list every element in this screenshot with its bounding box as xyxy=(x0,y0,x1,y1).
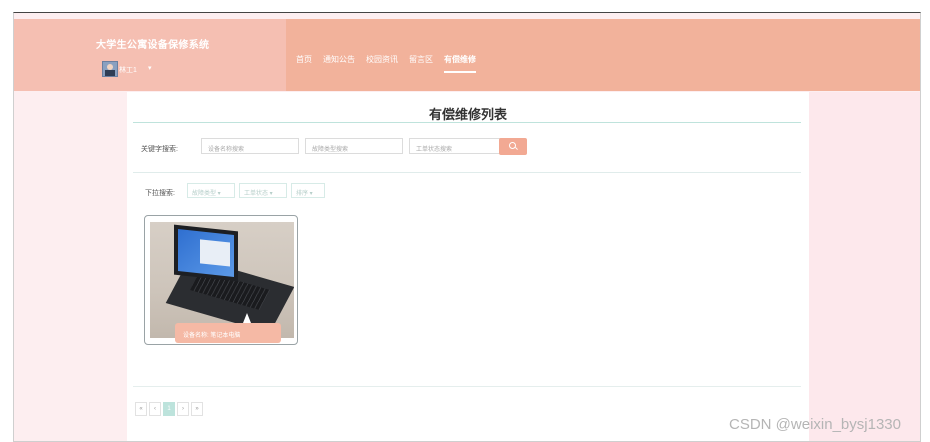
order-status-search-input[interactable]: 工单状态搜索 xyxy=(409,138,507,154)
search-icon-handle xyxy=(515,147,518,150)
card-caption: 设备名称: 笔记本电脑 xyxy=(175,323,281,343)
laptop-window-shape xyxy=(200,239,230,267)
title-divider xyxy=(133,122,801,123)
laptop-screen-shape xyxy=(174,224,238,282)
fault-type-search-input[interactable]: 故障类型搜索 xyxy=(305,138,403,154)
main-nav: 首页 通知公告 校园资讯 留言区 有偿维修 xyxy=(296,54,476,73)
cursor-icon xyxy=(243,313,251,323)
repair-card[interactable]: 设备名称: 笔记本电脑 xyxy=(144,215,298,345)
list-divider xyxy=(133,386,801,387)
page-1-button[interactable]: 1 xyxy=(163,402,175,416)
laptop-display-shape xyxy=(178,229,234,277)
next-page-button[interactable]: › xyxy=(177,402,189,416)
order-status-dropdown[interactable]: 工单状态 ▾ xyxy=(239,183,287,198)
avatar[interactable] xyxy=(102,61,118,77)
avatar-body-shape xyxy=(105,70,115,76)
site-header: 大学生公寓设备保修系统 林工1 ▾ 首页 通知公告 校园资讯 留言区 有偿维修 xyxy=(14,19,920,91)
watermark: CSDN @weixin_bysj1330 xyxy=(729,416,901,433)
username[interactable]: 林工1 xyxy=(119,65,137,75)
main-content: 有偿维修列表 关键字搜索: 设备名称搜索 故障类型搜索 工单状态搜索 下拉搜索:… xyxy=(127,92,809,441)
nav-item-notices[interactable]: 通知公告 xyxy=(323,54,355,65)
nav-item-campus-news[interactable]: 校园资讯 xyxy=(366,54,398,65)
prev-page-button[interactable]: ‹ xyxy=(149,402,161,416)
nav-item-paid-repair[interactable]: 有偿维修 xyxy=(444,54,476,73)
keyword-search-label: 关键字搜索: xyxy=(141,146,178,153)
header-brand-panel: 大学生公寓设备保修系统 林工1 ▾ xyxy=(14,19,286,91)
device-name-search-input[interactable]: 设备名称搜索 xyxy=(201,138,299,154)
last-page-button[interactable]: » xyxy=(191,402,203,416)
search-divider xyxy=(133,172,801,173)
sort-dropdown[interactable]: 排序 ▾ xyxy=(291,183,325,198)
right-side-panel xyxy=(809,92,920,441)
fault-type-dropdown[interactable]: 故障类型 ▾ xyxy=(187,183,235,198)
page-title: 有偿维修列表 xyxy=(428,107,507,122)
site-title: 大学生公寓设备保修系统 xyxy=(96,40,210,51)
nav-item-home[interactable]: 首页 xyxy=(296,54,312,65)
chevron-down-icon[interactable]: ▾ xyxy=(148,64,152,72)
dropdown-filter-label: 下拉搜索: xyxy=(145,190,175,197)
first-page-button[interactable]: « xyxy=(135,402,147,416)
laptop-photo[interactable] xyxy=(150,222,294,338)
search-button[interactable] xyxy=(499,138,527,155)
nav-item-messages[interactable]: 留言区 xyxy=(409,54,433,65)
pagination: « ‹ 1 › » xyxy=(135,402,203,416)
browser-frame: 大学生公寓设备保修系统 林工1 ▾ 首页 通知公告 校园资讯 留言区 有偿维修 … xyxy=(13,12,921,442)
